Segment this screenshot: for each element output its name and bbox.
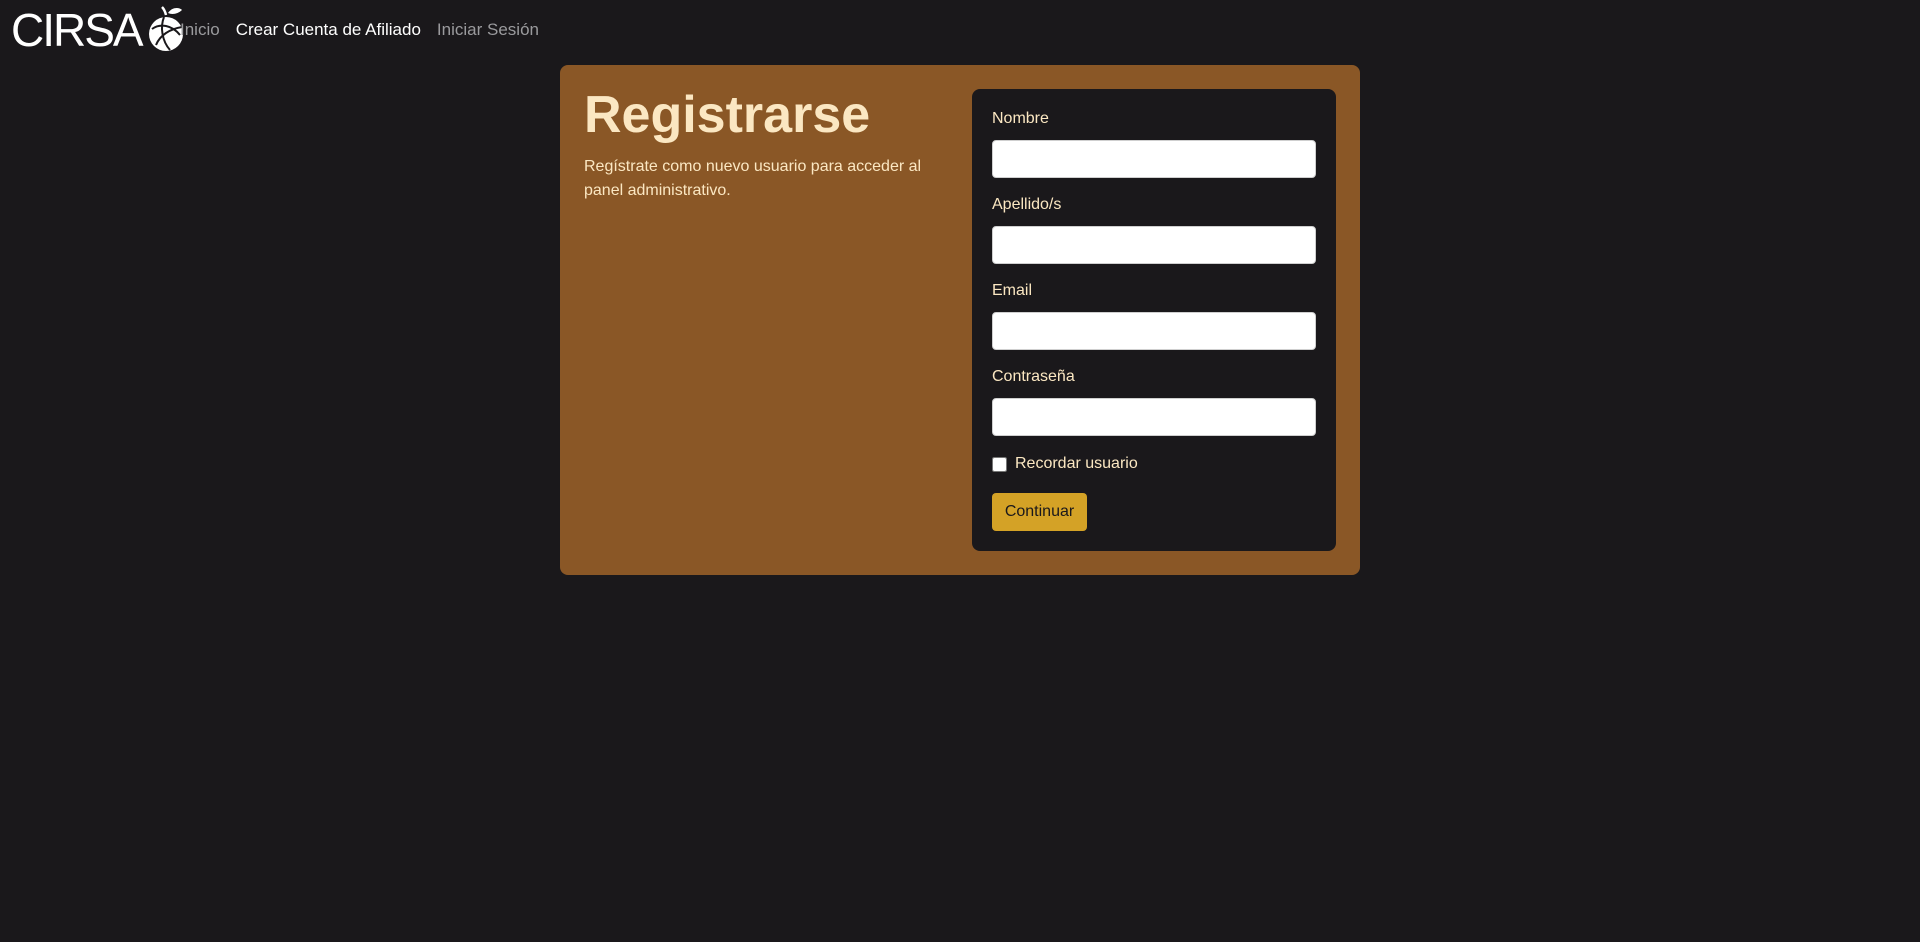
- nav-link-iniciar-sesion[interactable]: Iniciar Sesión: [437, 20, 539, 40]
- remember-checkbox[interactable]: [992, 456, 1007, 472]
- email-label: Email: [992, 282, 1033, 299]
- password-field[interactable]: [992, 398, 1316, 436]
- cirsa-logo[interactable]: CIRSA: [11, 6, 190, 54]
- remember-user[interactable]: Recordar usuario: [992, 455, 1138, 473]
- continue-button[interactable]: Continuar: [992, 493, 1087, 531]
- remember-label: Recordar usuario: [1015, 455, 1138, 472]
- nav-links: Inicio Crear Cuenta de Afiliado Iniciar …: [180, 20, 539, 40]
- email-field[interactable]: [992, 312, 1316, 350]
- nav-link-inicio[interactable]: Inicio: [180, 20, 220, 40]
- nombre-label: Nombre: [992, 110, 1049, 127]
- page-title: Registrarse: [584, 86, 871, 144]
- password-label: Contraseña: [992, 368, 1075, 385]
- apellidos-field[interactable]: [992, 226, 1316, 264]
- nombre-field[interactable]: [992, 140, 1316, 178]
- logo-text: CIRSA: [11, 4, 144, 56]
- page-subtitle: Regístrate como nuevo usuario para acced…: [584, 158, 922, 199]
- register-card: Registrarse Regístrate como nuevo usuari…: [560, 65, 1360, 575]
- nav-link-crear-cuenta[interactable]: Crear Cuenta de Afiliado: [236, 20, 421, 40]
- register-form: Nombre Apellido/s Email Contraseña Recor…: [972, 89, 1336, 551]
- navbar: CIRSA Inicio Crear Cuenta de Afiliado In…: [0, 0, 1920, 60]
- apellidos-label: Apellido/s: [992, 196, 1062, 213]
